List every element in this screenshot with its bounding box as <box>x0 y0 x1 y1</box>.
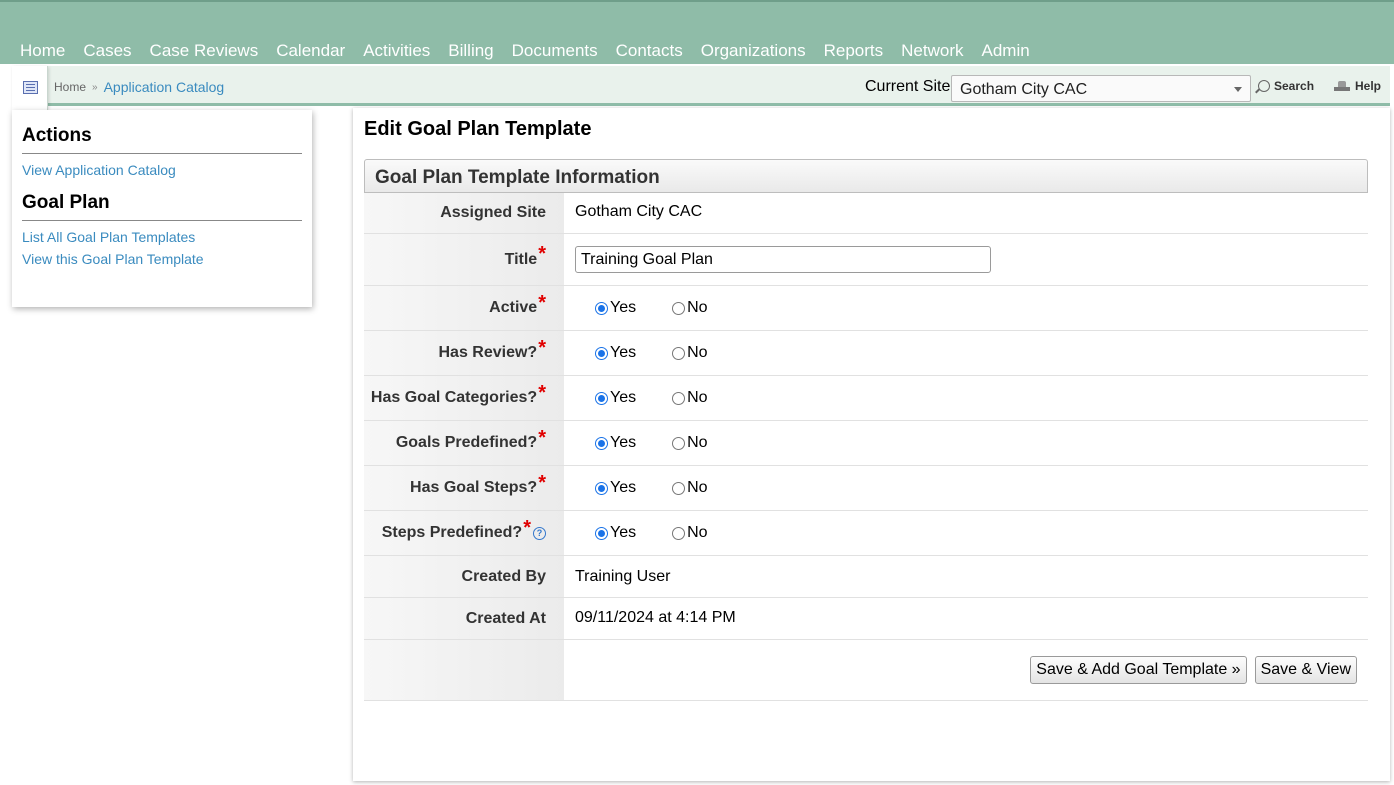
created-by-value: Training User <box>564 556 1368 597</box>
nav-network[interactable]: Network <box>901 41 963 61</box>
help-icon <box>1334 80 1350 92</box>
form-row-created-by: Created By Training User <box>364 556 1368 598</box>
form-row-goals-predefined: Goals Predefined? * Yes No <box>364 421 1368 466</box>
nav-admin[interactable]: Admin <box>982 41 1030 61</box>
form-buttons: Save & Add Goal Template » Save & View <box>564 640 1368 700</box>
sidebar-goal-plan-heading: Goal Plan <box>22 192 302 221</box>
sidebar-actions-heading: Actions <box>22 125 302 154</box>
goals-predefined-yes-radio[interactable]: Yes <box>575 434 636 452</box>
steps-predefined-no-radio[interactable]: No <box>672 524 708 542</box>
has-goal-steps-label: Has Goal Steps? * <box>364 466 564 510</box>
steps-predefined-label: Steps Predefined? *? <box>364 511 564 555</box>
nav-contacts[interactable]: Contacts <box>616 41 683 61</box>
help-label: Help <box>1355 79 1382 93</box>
has-goal-categories-options: Yes No <box>564 376 1368 420</box>
assigned-site-label: Assigned Site <box>364 193 564 233</box>
form-row-has-review: Has Review? * Yes No <box>364 331 1368 376</box>
form-row-active: Active * Yes No <box>364 286 1368 331</box>
chevron-down-icon <box>1234 87 1242 92</box>
main-content: Edit Goal Plan Template Goal Plan Templa… <box>353 108 1390 781</box>
has-goal-categories-yes-radio[interactable]: Yes <box>575 389 636 407</box>
active-options: Yes No <box>564 286 1368 330</box>
has-goal-steps-yes-radio[interactable]: Yes <box>575 479 636 497</box>
active-yes-radio[interactable]: Yes <box>575 299 636 317</box>
created-at-label: Created At <box>364 598 564 639</box>
form-row-created-at: Created At 09/11/2024 at 4:14 PM <box>364 598 1368 640</box>
breadcrumb-home-link[interactable]: Home <box>54 80 86 94</box>
nav-documents[interactable]: Documents <box>512 41 598 61</box>
has-goal-steps-no-radio[interactable]: No <box>672 479 708 497</box>
form-row-has-goal-steps: Has Goal Steps? * Yes No <box>364 466 1368 511</box>
title-cell <box>564 234 1368 285</box>
current-site-select[interactable]: Gotham City CAC <box>951 75 1251 102</box>
breadcrumb-bar: Home » Application Catalog Current Site … <box>12 66 1390 110</box>
page-title: Edit Goal Plan Template <box>364 118 592 140</box>
has-goal-categories-label: Has Goal Categories? * <box>364 376 564 420</box>
required-marker: * <box>538 426 546 449</box>
goals-predefined-no-radio[interactable]: No <box>672 434 708 452</box>
current-site-value: Gotham City CAC <box>960 81 1088 98</box>
nav-organizations[interactable]: Organizations <box>701 41 806 61</box>
sidebar-toggle-button[interactable] <box>12 66 48 110</box>
required-marker: * <box>538 336 546 359</box>
breadcrumb: Home » Application Catalog <box>54 79 224 95</box>
help-button[interactable]: Help <box>1334 79 1381 93</box>
actions-label-cell <box>364 640 564 700</box>
required-marker: * <box>538 381 546 404</box>
nav-case-reviews[interactable]: Case Reviews <box>150 41 259 61</box>
search-icon <box>1258 80 1270 92</box>
steps-predefined-options: Yes No <box>564 511 1368 555</box>
nav-activities[interactable]: Activities <box>363 41 430 61</box>
form-row-actions: Save & Add Goal Template » Save & View <box>364 640 1368 701</box>
required-marker: * <box>538 243 546 265</box>
sidebar-link-view-application-catalog[interactable]: View Application Catalog <box>22 162 302 178</box>
form-row-has-goal-categories: Has Goal Categories? * Yes No <box>364 376 1368 421</box>
active-no-radio[interactable]: No <box>672 299 708 317</box>
goals-predefined-label: Goals Predefined? * <box>364 421 564 465</box>
save-and-view-button[interactable]: Save & View <box>1254 656 1357 684</box>
search-label: Search <box>1274 79 1315 93</box>
sidebar-link-view-goal-plan-template[interactable]: View this Goal Plan Template <box>22 251 302 267</box>
created-by-label: Created By <box>364 556 564 597</box>
steps-predefined-yes-radio[interactable]: Yes <box>575 524 636 542</box>
nav-calendar[interactable]: Calendar <box>276 41 345 61</box>
required-marker: * <box>523 516 531 539</box>
nav-reports[interactable]: Reports <box>824 41 884 61</box>
active-label: Active * <box>364 286 564 330</box>
sidebar: Actions View Application Catalog Goal Pl… <box>12 110 312 307</box>
top-header: Home Cases Case Reviews Calendar Activit… <box>0 0 1394 64</box>
title-input[interactable] <box>575 246 991 273</box>
form-row-assigned-site: Assigned Site Gotham City CAC <box>364 193 1368 234</box>
breadcrumb-separator: » <box>92 81 98 93</box>
goals-predefined-options: Yes No <box>564 421 1368 465</box>
breadcrumb-current-link[interactable]: Application Catalog <box>104 79 225 95</box>
has-review-no-radio[interactable]: No <box>672 344 708 362</box>
main-nav: Home Cases Case Reviews Calendar Activit… <box>20 41 1048 61</box>
save-and-add-goal-template-button[interactable]: Save & Add Goal Template » <box>1030 656 1247 684</box>
has-goal-categories-no-radio[interactable]: No <box>672 389 708 407</box>
has-review-options: Yes No <box>564 331 1368 375</box>
required-marker: * <box>538 291 546 314</box>
created-at-value: 09/11/2024 at 4:14 PM <box>564 598 1368 639</box>
assigned-site-value: Gotham City CAC <box>564 193 1368 233</box>
nav-home[interactable]: Home <box>20 41 65 61</box>
menu-icon <box>23 81 38 94</box>
search-button[interactable]: Search <box>1258 79 1314 93</box>
current-site-label: Current Site <box>865 78 951 95</box>
has-review-label: Has Review? * <box>364 331 564 375</box>
panel-header: Goal Plan Template Information <box>364 159 1368 193</box>
form-row-steps-predefined: Steps Predefined? *? Yes No <box>364 511 1368 556</box>
nav-cases[interactable]: Cases <box>83 41 131 61</box>
sidebar-link-list-goal-plan-templates[interactable]: List All Goal Plan Templates <box>22 229 302 245</box>
question-help-icon[interactable]: ? <box>533 526 546 540</box>
has-review-yes-radio[interactable]: Yes <box>575 344 636 362</box>
has-goal-steps-options: Yes No <box>564 466 1368 510</box>
nav-billing[interactable]: Billing <box>448 41 493 61</box>
goal-plan-template-form: Goal Plan Template Information Assigned … <box>364 159 1368 701</box>
title-label: Title * <box>364 234 564 285</box>
form-row-title: Title * <box>364 234 1368 286</box>
required-marker: * <box>538 471 546 494</box>
